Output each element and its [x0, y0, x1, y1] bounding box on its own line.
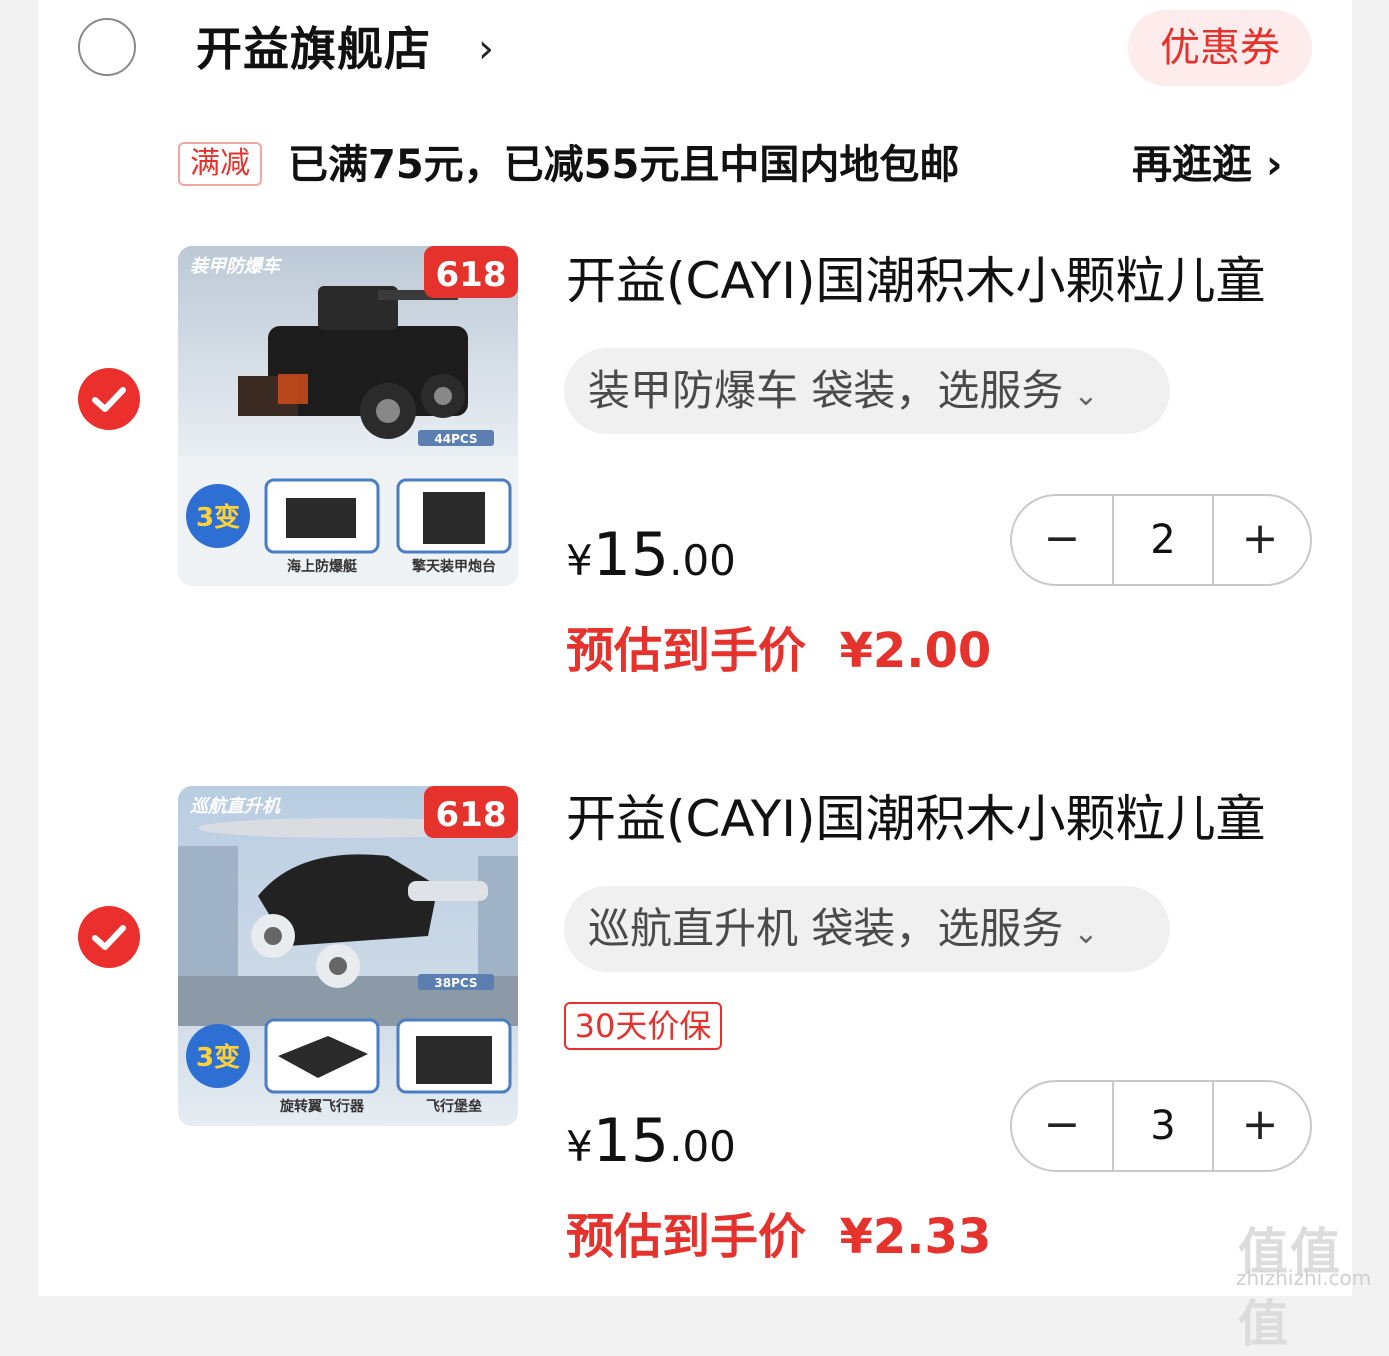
browse-more-link[interactable]: 再逛逛 › [1132, 138, 1282, 192]
estimated-label: 预估到手价 [566, 1209, 807, 1265]
item-2-image-caption: 巡航直升机 [190, 796, 281, 817]
price-currency: ¥ [566, 536, 593, 585]
item-2-checkbox[interactable] [78, 906, 140, 968]
item-2-quantity-stepper[interactable]: − 3 + [1010, 1080, 1312, 1172]
price-integer: 15 [592, 1106, 670, 1176]
item-1-618-badge: 618 [436, 255, 507, 295]
item-1-sku-selector[interactable]: 装甲防爆车 袋装，选服务 ⌄ [564, 348, 1170, 434]
item-2-sub2-label: 飞行堡垒 [426, 1098, 482, 1115]
item-2-618-badge: 618 [436, 795, 507, 835]
watermark-url: zhizhizhi.com [1236, 1266, 1372, 1290]
item-1-image-caption: 装甲防爆车 [190, 256, 283, 277]
browse-more-label[interactable]: 再逛逛 [1132, 142, 1252, 188]
checkmark-icon [92, 925, 126, 950]
chevron-down-icon[interactable]: ⌄ [1073, 916, 1098, 951]
item-1-image[interactable]: 44PCS 3变 海上防爆艇 擎天装甲炮台 装甲防爆车 618 [178, 246, 518, 586]
estimated-value: ¥2.00 [839, 623, 992, 679]
promo-tag: 满减 [178, 142, 262, 186]
item-1-sub1-label: 海上防爆艇 [287, 558, 358, 575]
checkmark-icon [92, 387, 126, 412]
price-decimal: .00 [669, 536, 736, 585]
price-protection-badge: 30天价保 [564, 1002, 722, 1050]
item-1-estimated-price: 预估到手价 ¥2.00 [566, 618, 991, 684]
item-2-estimated-price: 预估到手价 ¥2.33 [566, 1204, 991, 1270]
item-1-title[interactable]: 开益(CAYI)国潮积木小颗粒儿童 [566, 246, 1266, 316]
item-1-sku-text[interactable]: 装甲防爆车 袋装，选服务 [588, 366, 1063, 415]
quantity-value[interactable]: 3 [1112, 1082, 1214, 1170]
item-1-checkbox[interactable] [78, 368, 140, 430]
price-decimal: .00 [669, 1122, 736, 1171]
item-2-sku-selector[interactable]: 巡航直升机 袋装，选服务 ⌄ [564, 886, 1170, 972]
item-1-price: ¥15.00 [566, 520, 736, 590]
promo-text: 已满75元，已减55元且中国内地包邮 [288, 142, 960, 188]
item-2-pcs-label: 38PCS [434, 976, 477, 990]
estimated-value: ¥2.33 [839, 1209, 992, 1265]
decrement-button[interactable]: − [1012, 1082, 1112, 1170]
item-2-variant-badge: 3变 [196, 1042, 240, 1073]
item-1-pcs-label: 44PCS [434, 432, 477, 446]
quantity-value[interactable]: 2 [1112, 496, 1214, 584]
store-chevron-icon[interactable]: › [478, 18, 494, 80]
estimated-label: 预估到手价 [566, 623, 807, 679]
store-name[interactable]: 开益旗舰店 [196, 16, 431, 82]
item-2-image[interactable]: 38PCS 3变 旋转翼飞行器 飞行堡垒 巡航直升机 618 [178, 786, 518, 1126]
store-select-radio[interactable] [78, 18, 136, 76]
item-2-price: ¥15.00 [566, 1106, 736, 1176]
coupon-button[interactable]: 优惠券 [1128, 10, 1312, 86]
chevron-down-icon[interactable]: ⌄ [1073, 378, 1098, 413]
chevron-right-icon[interactable]: › [1266, 142, 1282, 188]
item-2-sub1-label: 旋转翼飞行器 [279, 1098, 365, 1115]
item-1-quantity-stepper[interactable]: − 2 + [1010, 494, 1312, 586]
increment-button[interactable]: + [1210, 496, 1310, 584]
item-1-sub2-label: 擎天装甲炮台 [412, 558, 496, 575]
price-currency: ¥ [566, 1122, 593, 1171]
item-1-variant-badge: 3变 [196, 502, 240, 533]
item-2-title[interactable]: 开益(CAYI)国潮积木小颗粒儿童 [566, 784, 1266, 854]
decrement-button[interactable]: − [1012, 496, 1112, 584]
price-integer: 15 [592, 520, 670, 590]
item-2-sku-text[interactable]: 巡航直升机 袋装，选服务 [588, 904, 1063, 953]
increment-button[interactable]: + [1210, 1082, 1310, 1170]
